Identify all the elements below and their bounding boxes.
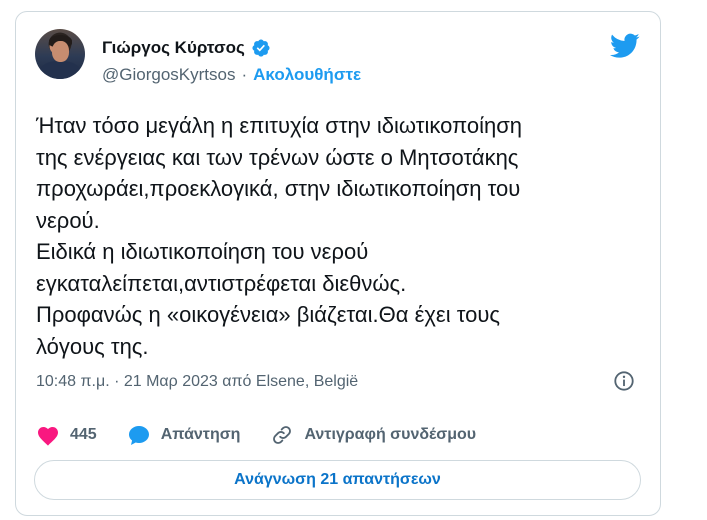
copy-link-button[interactable]: Αντιγραφή συνδέσμου [270,424,476,446]
action-bar: 445 Απάντηση Αντιγραφή συνδέσμου [36,424,506,446]
reply-label: Απάντηση [160,426,241,443]
like-count: 445 [70,426,97,443]
author-name-row: Γιώργος Κύρτσος [102,38,271,58]
tweet-card: Γιώργος Κύρτσος @GiorgosKyrtsos · Ακολου… [15,11,661,516]
tweet-timestamp[interactable]: 10:48 π.μ. · 21 Μαρ 2023 από Elsene, Bel… [36,373,358,391]
follow-link[interactable]: Ακολουθήστε [253,65,361,85]
link-icon [273,426,292,444]
tweet-text: Ήταν τόσο μεγάλη η επιτυχία στην ιδιωτικ… [36,113,523,359]
info-icon[interactable] [613,370,635,392]
author-name[interactable]: Γιώργος Κύρτσος [102,38,245,58]
read-replies-button[interactable]: Ανάγνωση 21 απαντήσεων [34,460,641,500]
heart-icon [38,427,58,446]
separator-dot: · [241,65,248,84]
avatar[interactable] [35,29,85,79]
like-button[interactable]: 445 [36,424,97,446]
author-handle-row: @GiorgosKyrtsos · Ακολουθήστε [102,65,361,85]
reply-button[interactable]: Απάντηση [127,424,241,446]
author-handle[interactable]: @GiorgosKyrtsos [102,65,235,85]
twitter-bird-icon[interactable] [610,33,640,59]
verified-badge-icon [252,39,270,57]
reply-bubble-icon [128,426,149,445]
copy-link-label: Αντιγραφή συνδέσμου [304,426,477,443]
